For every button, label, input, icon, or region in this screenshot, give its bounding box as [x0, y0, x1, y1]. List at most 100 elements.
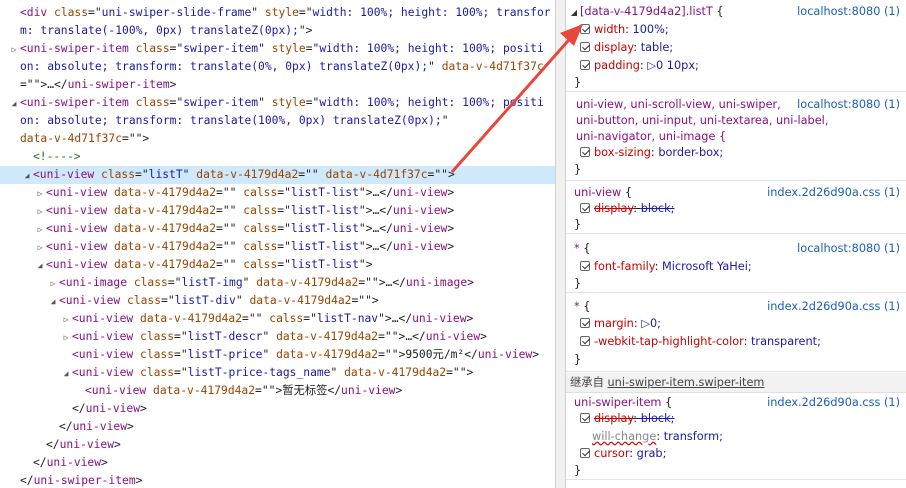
markup-token: =""> — [446, 366, 474, 379]
dom-tree-row[interactable]: ▷ <uni-view class="listT-descr" data-v-41… — [0, 328, 555, 346]
property-checkbox[interactable] — [580, 147, 590, 157]
markup-token: ="" — [216, 258, 244, 271]
expand-toggle-icon[interactable]: ◢ — [21, 167, 33, 184]
markup-token: " — [242, 276, 257, 289]
rule-source-link[interactable]: index.2d26d90a.css (1) — [767, 184, 900, 202]
dom-tree-row[interactable]: </uni-view> — [0, 436, 555, 454]
markup-token: data-v-4179d4a2 — [256, 276, 359, 289]
style-rule-uni-elements: uni-view, uni-scroll-view, uni-swiper, u… — [566, 93, 906, 181]
expand-toggle-icon[interactable]: ◢ — [60, 365, 72, 382]
markup-token: "> — [298, 24, 313, 37]
dom-tree-row[interactable]: on: absolute; transform: translate(0%, 0… — [0, 58, 555, 76]
markup-token: style — [271, 42, 306, 55]
markup-token: data-v-4179d4a2 — [140, 312, 243, 325]
dom-tree-row[interactable]: ▷ <uni-image class="listT-img" data-v-417… — [0, 274, 555, 292]
dom-tree-row[interactable]: on: absolute; transform: translate(100%,… — [0, 112, 555, 130]
markup-token: =""> — [122, 132, 150, 145]
markup-token: calss — [269, 312, 304, 325]
rule-source-link[interactable]: index.2d26d90a.css (1) — [767, 394, 900, 412]
dom-tree-row[interactable]: ="">…</uni-swiper-item> — [0, 76, 555, 94]
markup-token: m: translate(-100%, 0px) translateZ(0px)… — [20, 24, 299, 37]
property-checkbox[interactable] — [580, 60, 590, 70]
markup-token: uni-view — [46, 456, 102, 469]
rule-selector[interactable]: [data-v-4179d4a2].listT — [580, 5, 713, 18]
property-checkbox[interactable] — [580, 261, 590, 271]
property-checkbox[interactable] — [580, 318, 590, 328]
markup-token: " — [251, 6, 265, 19]
markup-token: calss — [243, 186, 278, 199]
rule-source-link[interactable]: localhost:8080 (1) — [797, 3, 900, 21]
markup-token: " — [330, 366, 345, 379]
dom-tree-row[interactable]: data-v-4d71f37c=""> — [0, 130, 555, 148]
markup-token: =" — [298, 6, 313, 19]
markup-token: data-v-4179d4a2 — [344, 366, 447, 379]
markup-token: > — [135, 474, 143, 487]
dom-tree-row[interactable]: ▷ <uni-view data-v-4179d4a2="" calss="lis… — [0, 220, 555, 238]
panel-splitter[interactable] — [555, 0, 566, 488]
dom-tree-row[interactable]: ▷ <uni-swiper-item class="swiper-item" st… — [0, 40, 555, 58]
property-checkbox[interactable] — [580, 203, 590, 213]
markup-token: > — [140, 402, 147, 415]
property-checkbox[interactable] — [580, 448, 590, 458]
markup-token: listT — [148, 168, 183, 181]
markup-token: ="" — [242, 312, 270, 325]
dom-tree-row[interactable]: <div class="uni-swiper-slide-frame" styl… — [0, 4, 555, 22]
rule-source-link[interactable]: index.2d26d90a.css (1) — [767, 298, 900, 316]
dom-tree-row[interactable]: ▷ <uni-view data-v-4179d4a2="" calss="lis… — [0, 202, 555, 220]
dom-tree-row[interactable]: ▷ <uni-view data-v-4179d4a2="" calss="lis… — [0, 238, 555, 256]
inherited-element-link[interactable]: uni-swiper-item.swiper-item — [608, 376, 765, 389]
dom-tree-row[interactable]: ◢ <uni-view data-v-4179d4a2="" calss="lis… — [0, 256, 555, 274]
dom-tree-row[interactable]: </uni-swiper-item> — [0, 472, 555, 488]
markup-token: calss — [243, 204, 278, 217]
expand-toggle-icon[interactable]: ◢ — [8, 95, 20, 112]
expand-toggle-icon[interactable]: ▷ — [34, 185, 46, 202]
markup-token: uni-view — [59, 438, 115, 451]
markup-token: <uni-view — [46, 222, 115, 235]
markup-token: =""> — [351, 294, 379, 307]
dom-tree-row[interactable]: </uni-view> — [0, 418, 555, 436]
dom-tree-row[interactable]: ▷ <uni-view data-v-4179d4a2="" calss="lis… — [0, 184, 555, 202]
dom-tree-row[interactable]: </uni-view> — [0, 400, 555, 418]
expand-toggle-icon[interactable]: ▷ — [47, 275, 59, 292]
markup-token: > — [101, 456, 108, 469]
property-checkbox[interactable] — [580, 42, 590, 52]
markup-token: " — [262, 330, 277, 343]
markup-token: uni-view — [392, 186, 448, 199]
dom-tree-row[interactable]: <uni-view data-v-4179d4a2="">暂无标签</uni-v… — [0, 382, 555, 400]
markup-token: width: 100%; height: 100%; positi — [319, 42, 544, 55]
selected-dom-node[interactable]: ◢ <uni-view class="listT" data-v-4179d4a2… — [0, 166, 555, 184]
markup-token: class — [54, 6, 89, 19]
markup-token: data-v-4d71f37c — [441, 60, 544, 73]
expand-toggle-icon[interactable]: ◢ — [47, 293, 59, 310]
expand-toggle-icon[interactable]: ▷ — [34, 221, 46, 238]
dom-tree-row[interactable]: ◢ <uni-view class="listT-div" data-v-4179… — [0, 292, 555, 310]
property-checkbox[interactable] — [580, 336, 590, 346]
dom-tree-row[interactable]: ◢ <uni-view class="listT-price-tags_name"… — [0, 364, 555, 382]
expand-toggle-icon[interactable]: ▷ — [34, 203, 46, 220]
rule-source-link[interactable]: localhost:8080 (1) — [797, 240, 900, 258]
markup-token: class — [133, 276, 168, 289]
markup-token: <uni-view — [33, 168, 102, 181]
expand-toggle-icon[interactable]: ▷ — [8, 41, 20, 58]
dom-tree-row[interactable]: ▷ <uni-view data-v-4179d4a2="" calss="lis… — [0, 310, 555, 328]
markup-token: ">…</ — [358, 222, 393, 235]
dom-tree-row[interactable]: </uni-view> — [0, 454, 555, 472]
dom-tree-row[interactable]: ◢ <uni-swiper-item class="swiper-item" st… — [0, 94, 555, 112]
markup-token: uni-image — [405, 276, 468, 289]
expand-toggle-icon[interactable]: ▷ — [60, 329, 72, 346]
property-checkbox[interactable] — [580, 413, 590, 423]
expand-toggle-icon[interactable]: ▷ — [60, 311, 72, 328]
dom-tree-row[interactable]: m: translate(-100%, 0px) translateZ(0px)… — [0, 22, 555, 40]
dom-tree-row[interactable]: <!----> — [0, 148, 555, 166]
markup-token: =" — [174, 330, 188, 343]
markup-token: data-v-4179d4a2 — [196, 168, 299, 181]
markup-token: listT-list — [290, 240, 359, 253]
markup-token: <uni-view — [59, 294, 128, 307]
markup-token: =" — [174, 348, 188, 361]
dom-tree-row[interactable]: <uni-view class="listT-price" data-v-417… — [0, 346, 555, 364]
expand-toggle-icon[interactable]: ◢ — [34, 257, 46, 274]
markup-token: =" — [277, 240, 291, 253]
expand-toggle-icon[interactable]: ▷ — [34, 239, 46, 256]
rule-source-link[interactable]: localhost:8080 (1) — [797, 96, 900, 114]
property-checkbox[interactable] — [580, 24, 590, 34]
